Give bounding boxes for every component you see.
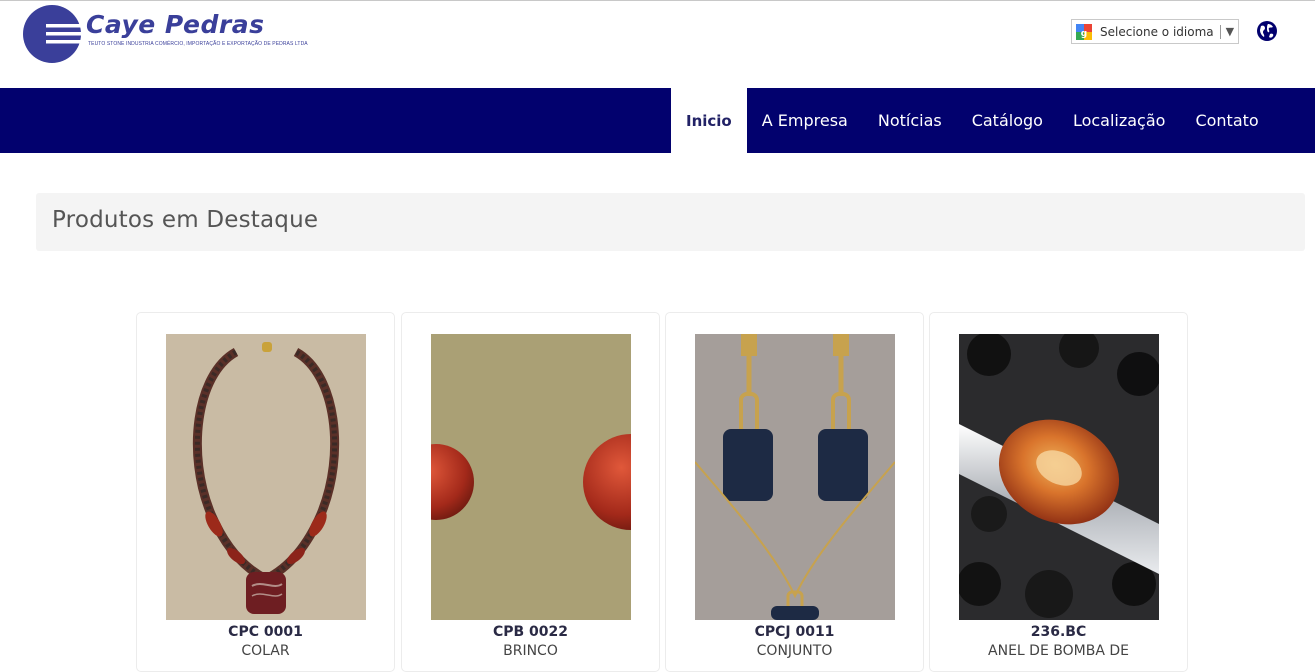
product-image-necklace[interactable] [166, 334, 366, 620]
globe-icon[interactable] [1256, 20, 1278, 42]
main-nav: Inicio A Empresa Notícias Catálogo Local… [0, 88, 1315, 153]
section-title: Produtos em Destaque [52, 207, 319, 233]
product-grid: CPC 0001 COLAR CPB 0022 BRINCO CPCJ 0011… [136, 312, 1188, 672]
product-name: CONJUNTO [756, 643, 833, 659]
product-code: 236.BC [1030, 624, 1087, 640]
featured-header: Produtos em Destaque [36, 193, 1305, 251]
product-image-earrings[interactable] [431, 334, 631, 620]
language-separator [1219, 24, 1221, 39]
product-name: COLAR [241, 643, 290, 659]
nav-item-catalogo[interactable]: Catálogo [957, 88, 1058, 153]
nav-item-contato[interactable]: Contato [1180, 88, 1273, 153]
product-code: CPC 0001 [228, 624, 303, 640]
product-card[interactable]: 236.BC ANEL DE BOMBA DE [929, 312, 1188, 672]
site-header: Caye Pedras TEUTO STONE INDUSTRIA COMÉRC… [0, 1, 1315, 88]
chevron-down-icon: ▼ [1225, 25, 1235, 38]
product-code: CPB 0022 [492, 624, 569, 640]
nav-item-noticias[interactable]: Notícias [863, 88, 957, 153]
product-code: CPCJ 0011 [754, 624, 835, 640]
svg-text:g: g [1081, 29, 1087, 39]
site-logo[interactable]: Caye Pedras TEUTO STONE INDUSTRIA COMÉRC… [22, 4, 312, 64]
logo-brand-name: Caye Pedras [86, 10, 265, 39]
nav-item-inicio[interactable]: Inicio [671, 88, 747, 153]
product-image-set[interactable] [695, 334, 895, 620]
nav-list: Inicio A Empresa Notícias Catálogo Local… [671, 88, 1274, 153]
logo-mark-icon [23, 5, 82, 63]
product-name: ANEL DE BOMBA DE [988, 643, 1129, 659]
nav-item-a-empresa[interactable]: A Empresa [747, 88, 863, 153]
nav-item-localizacao[interactable]: Localização [1058, 88, 1181, 153]
product-image-ring[interactable] [959, 334, 1159, 620]
product-card[interactable]: CPB 0022 BRINCO [401, 312, 660, 672]
logo-tagline: TEUTO STONE INDUSTRIA COMÉRCIO, IMPORTAÇ… [88, 41, 308, 47]
language-selector[interactable]: g Selecione o idioma ▼ [1071, 19, 1239, 44]
product-card[interactable]: CPC 0001 COLAR [136, 312, 395, 672]
language-label: Selecione o idioma [1100, 24, 1214, 39]
product-name: BRINCO [503, 643, 558, 659]
google-translate-icon: g [1076, 23, 1092, 40]
product-card[interactable]: CPCJ 0011 CONJUNTO [665, 312, 924, 672]
